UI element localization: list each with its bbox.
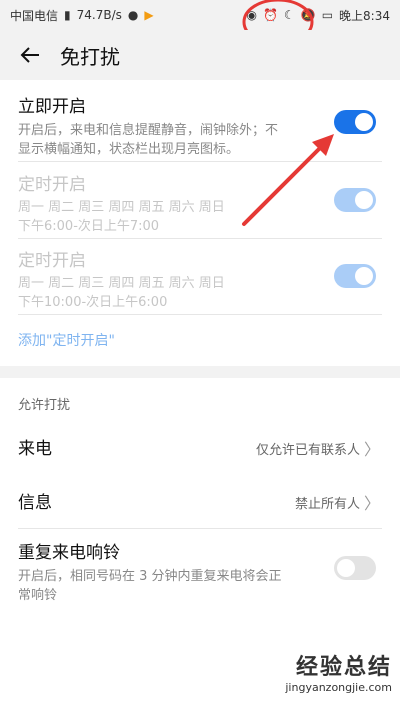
back-button[interactable] xyxy=(0,30,60,80)
messages-value: 禁止所有人 xyxy=(294,497,360,512)
back-arrow-icon xyxy=(20,47,39,63)
schedule-2-toggle[interactable] xyxy=(334,264,376,288)
allow-section-label: 允许打扰 xyxy=(18,398,71,413)
status-bar: 中国电信 ▮ 74.7B/s ● ▶ ◉ ⏰ ☾ 🔕 ▭ 晚上8:34 xyxy=(0,0,400,30)
immediate-title: 立即开启 xyxy=(18,97,86,117)
divider xyxy=(18,528,382,529)
app-icon: ▶ xyxy=(144,8,154,22)
annotation-arrow xyxy=(242,134,334,226)
signal-icon: ▮ xyxy=(64,8,71,22)
schedule-2-title: 定时开启 xyxy=(18,251,86,271)
repeat-call-description-1: 开启后，相同号码在 3 分钟内重复来电将会正 xyxy=(18,569,282,584)
schedule-2-days: 周一 周二 周三 周四 周五 周六 周日 xyxy=(18,276,225,291)
battery-icon: ▭ xyxy=(321,8,334,22)
repeat-call-row[interactable]: 重复来电响铃 开启后，相同号码在 3 分钟内重复来电将会正 常响铃 xyxy=(18,538,382,605)
watermark-title: 经验总结 xyxy=(295,655,392,680)
wechat-icon: ● xyxy=(127,8,139,22)
network-speed: 74.7B/s xyxy=(76,8,122,22)
app-bar: 免打扰 xyxy=(0,30,400,80)
chevron-right-icon: 〉 xyxy=(363,494,380,513)
chevron-right-icon: 〉 xyxy=(363,440,380,459)
schedule-row-2[interactable]: 定时开启 周一 周二 周三 周四 周五 周六 周日 下午10:00-次日上午6:… xyxy=(18,246,382,312)
repeat-call-title: 重复来电响铃 xyxy=(18,543,120,563)
add-schedule-link[interactable]: 添加"定时开启" xyxy=(18,330,382,350)
status-time: 晚上8:34 xyxy=(339,8,390,23)
carrier-name: 中国电信 xyxy=(10,8,59,23)
repeat-call-description-2: 常响铃 xyxy=(18,588,58,603)
watermark-url: jingyanzongjie.com xyxy=(285,681,392,694)
repeat-call-toggle[interactable] xyxy=(334,556,376,580)
watermark: 经验总结 jingyanzongjie.com xyxy=(252,649,392,705)
schedule-2-time: 下午10:00-次日上午6:00 xyxy=(18,295,168,310)
page-title: 免打扰 xyxy=(60,44,120,69)
divider xyxy=(18,314,382,315)
calls-value: 仅允许已有联系人 xyxy=(255,443,360,458)
